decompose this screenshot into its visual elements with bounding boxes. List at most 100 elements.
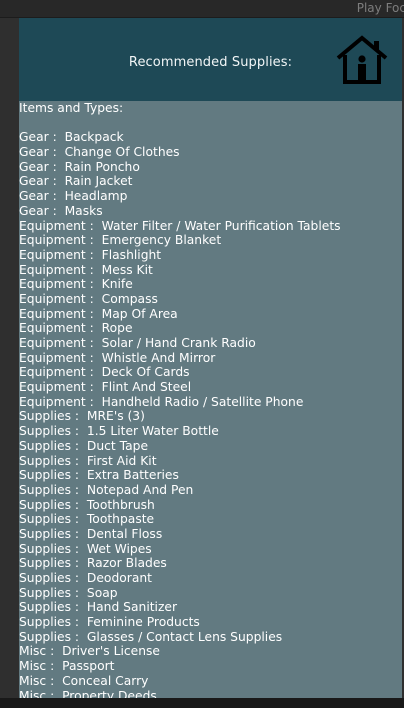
list-item: GearRain Jacket (19, 174, 402, 189)
item-type: Misc (19, 674, 62, 688)
item-type: Misc (19, 689, 62, 699)
item-name: Deck Of Cards (101, 365, 190, 380)
header-panel: Recommended Supplies: (19, 18, 402, 101)
item-name: Knife (101, 277, 133, 292)
item-name: Soap (86, 585, 118, 600)
item-type: Equipment (19, 336, 102, 350)
item-type: Supplies (19, 556, 87, 570)
list-item: SuppliesWet Wipes (19, 542, 402, 557)
list-item: SuppliesFirst Aid Kit (19, 454, 402, 469)
list-item: Supplies1.5 Liter Water Bottle (19, 424, 402, 439)
list-item: EquipmentEmergency Blanket (19, 233, 402, 248)
item-type: Equipment (19, 233, 102, 247)
list-item: MiscProperty Deeds (19, 689, 402, 699)
list-item: SuppliesRazor Blades (19, 556, 402, 571)
item-name: Wet Wipes (86, 541, 152, 556)
item-type: Supplies (19, 409, 87, 423)
item-type: Gear (19, 204, 65, 218)
item-type: Gear (19, 160, 65, 174)
item-type: Supplies (19, 454, 87, 468)
item-type: Equipment (19, 351, 102, 365)
list-item: SuppliesFeminine Products (19, 615, 402, 630)
list-item: EquipmentMess Kit (19, 263, 402, 278)
item-type: Equipment (19, 307, 102, 321)
editor-toolbar: Play Foc (0, 0, 404, 18)
list-item: SuppliesExtra Batteries (19, 468, 402, 483)
item-name: Dental Floss (86, 526, 163, 541)
list-item: EquipmentRope (19, 321, 402, 336)
item-type: Supplies (19, 468, 87, 482)
item-name: Deodorant (86, 571, 152, 585)
editor-status-bar (0, 698, 404, 708)
list-item: SuppliesNotepad And Pen (19, 483, 402, 498)
item-type: Supplies (19, 527, 87, 541)
item-type: Equipment (19, 395, 102, 409)
item-name: Rain Jacket (64, 174, 133, 189)
item-type: Equipment (19, 365, 102, 379)
item-type: Equipment (19, 380, 102, 394)
item-type: Equipment (19, 263, 102, 277)
list-item: GearMasks (19, 204, 402, 219)
item-name: Notepad And Pen (86, 482, 194, 497)
item-name: Whistle And Mirror (101, 350, 216, 365)
item-name: Headlamp (64, 189, 128, 204)
list-item: EquipmentCompass (19, 292, 402, 307)
item-type: Supplies (19, 498, 87, 512)
list-item: SuppliesToothpaste (19, 512, 402, 527)
item-name: Hand Sanitizer (86, 600, 178, 615)
section-heading: Items and Types: (19, 101, 124, 115)
item-type: Supplies (19, 542, 87, 556)
item-name: Solar / Hand Crank Radio (101, 336, 256, 350)
home-icon (336, 35, 388, 84)
item-name: Passport (62, 659, 115, 674)
list-item: EquipmentFlashlight (19, 248, 402, 263)
item-name: Conceal Carry (62, 673, 149, 688)
item-type: Gear (19, 130, 65, 144)
item-name: 1.5 Liter Water Bottle (86, 424, 219, 439)
home-button[interactable] (335, 35, 391, 85)
item-type: Gear (19, 174, 65, 188)
list-item: EquipmentHandheld Radio / Satellite Phon… (19, 395, 402, 410)
item-type: Gear (19, 145, 65, 159)
item-name: Mess Kit (101, 262, 153, 277)
item-name: Map Of Area (101, 306, 178, 321)
item-type: Supplies (19, 424, 87, 438)
item-name: Water Filter / Water Purification Tablet… (101, 218, 341, 233)
play-focused-tab[interactable]: Play Foc (357, 1, 404, 15)
item-name: Rain Poncho (64, 159, 140, 174)
item-type: Supplies (19, 483, 87, 497)
list-item: SuppliesDeodorant (19, 571, 402, 586)
list-item: GearBackpack (19, 130, 402, 145)
list-item: SuppliesToothbrush (19, 498, 402, 513)
item-name: Flint And Steel (101, 380, 192, 395)
list-item: EquipmentSolar / Hand Crank Radio (19, 336, 402, 351)
item-type: Gear (19, 189, 65, 203)
item-type: Equipment (19, 219, 102, 233)
list-item: GearRain Poncho (19, 160, 402, 175)
item-name: Extra Batteries (86, 468, 179, 483)
list-item: GearHeadlamp (19, 189, 402, 204)
item-name: Backpack (64, 130, 124, 145)
item-name: Masks (64, 203, 103, 218)
item-type: Supplies (19, 600, 87, 614)
item-name: Rope (101, 321, 133, 336)
item-name: Property Deeds (62, 688, 157, 699)
list-item: SuppliesDental Floss (19, 527, 402, 542)
item-type: Supplies (19, 571, 87, 585)
item-type: Supplies (19, 630, 87, 644)
item-name: Toothpaste (86, 512, 155, 527)
item-name: Emergency Blanket (101, 233, 222, 248)
item-type: Supplies (19, 512, 87, 526)
item-name: Change Of Clothes (64, 145, 180, 160)
item-name: Razor Blades (86, 556, 167, 571)
item-name: Toothbrush (86, 497, 155, 512)
item-type: Supplies (19, 586, 87, 600)
list-item: SuppliesDuct Tape (19, 439, 402, 454)
supplies-list: Items and Types: GearBackpackGearChange … (19, 101, 402, 698)
list-item: MiscDriver's License (19, 644, 402, 659)
item-name: First Aid Kit (86, 453, 157, 468)
list-item: EquipmentKnife (19, 277, 402, 292)
list-item: EquipmentWater Filter / Water Purificati… (19, 219, 402, 234)
item-name: Feminine Products (86, 615, 200, 630)
